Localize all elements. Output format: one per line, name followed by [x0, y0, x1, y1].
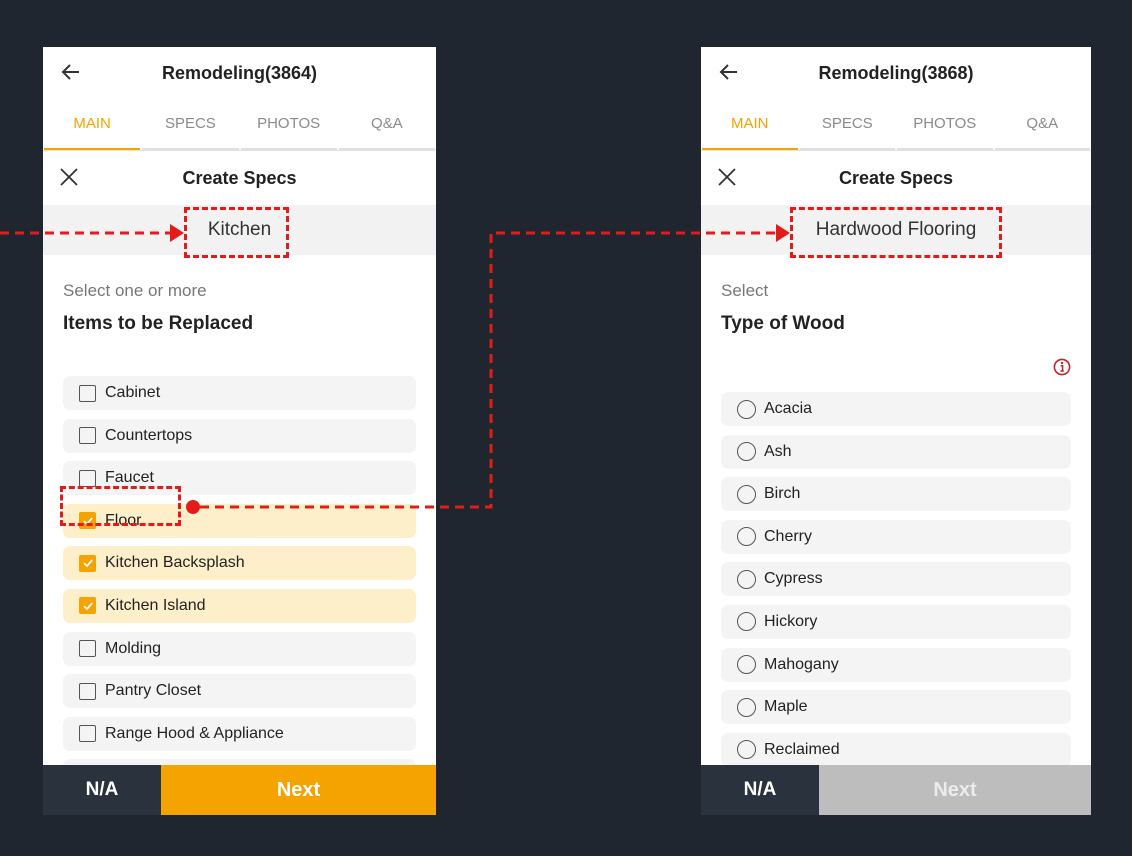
option-label: Countertops [105, 426, 193, 444]
option-row[interactable]: Ash [721, 434, 1071, 469]
radio-empty-icon[interactable] [737, 527, 756, 547]
sub-header: Create Specs [43, 151, 436, 205]
option-label: Maple [764, 698, 808, 716]
page-title: Remodeling(3868) [818, 62, 974, 83]
check-icon [82, 559, 93, 568]
close-icon[interactable] [717, 167, 737, 187]
close-icon[interactable] [59, 167, 79, 187]
arrow-left-icon[interactable] [717, 60, 741, 84]
screen-kitchen-specs: Remodeling(3864) MAIN SPECS PHOTOS Q&A Crea… [43, 47, 436, 815]
tab-q-a[interactable]: Q&A [994, 99, 1090, 150]
category-label: Kitchen [43, 205, 436, 255]
option-row[interactable]: Maple [721, 690, 1071, 725]
question-title: Type of Wood [721, 313, 845, 334]
next-button[interactable]: Next [819, 765, 1091, 815]
radio-empty-icon[interactable] [737, 655, 756, 675]
checkbox-empty-icon[interactable] [79, 427, 96, 445]
option-row[interactable]: Faucet [63, 461, 416, 496]
checkbox-empty-icon[interactable] [79, 469, 96, 487]
option-row[interactable]: Pantry Closet [63, 674, 416, 709]
option-label: Mahogany [764, 655, 839, 673]
info-icon[interactable] [1053, 358, 1071, 376]
option-row[interactable]: Hickory [721, 604, 1071, 639]
option-row[interactable]: Range Hood & Appliance [63, 716, 416, 751]
tab-photos[interactable]: PHOTOS [897, 99, 993, 150]
tab-main[interactable]: MAIN [702, 99, 798, 150]
checkbox-empty-icon[interactable] [79, 384, 96, 402]
radio-empty-icon[interactable] [737, 612, 756, 632]
option-label: Floor [105, 511, 142, 529]
option-label: Kitchen Island [105, 596, 206, 614]
sub-title: Create Specs [838, 167, 954, 188]
option-label: Faucet [105, 469, 154, 487]
na-button[interactable]: N/A [43, 765, 161, 815]
option-row[interactable]: Acacia [721, 392, 1071, 426]
arrow-left-icon[interactable] [59, 60, 83, 84]
sub-header: Create Specs [701, 151, 1091, 205]
radio-empty-icon[interactable] [737, 484, 756, 504]
tab-q-a[interactable]: Q&A [338, 99, 435, 150]
footer-bar: N/A Next [43, 765, 436, 815]
question-title: Items to be Replaced [63, 313, 254, 334]
option-row[interactable]: Floor [63, 503, 416, 538]
tab-bar: MAIN SPECS PHOTOS Q&A [43, 99, 436, 151]
option-label: Birch [764, 485, 801, 503]
tab-specs[interactable]: SPECS [142, 99, 239, 150]
option-row[interactable]: Reclaimed [721, 732, 1071, 767]
option-label: Acacia [764, 400, 813, 417]
select-hint: Select [721, 281, 769, 300]
option-label: Reclaimed [764, 740, 840, 758]
option-row[interactable]: Cherry [721, 519, 1071, 554]
checkbox-empty-icon[interactable] [79, 682, 96, 700]
option-row[interactable]: Molding [63, 631, 416, 666]
radio-empty-icon[interactable] [737, 697, 756, 717]
checkbox-empty-icon[interactable] [79, 640, 96, 658]
option-label: Ash [764, 442, 792, 460]
checkbox-checked-icon[interactable] [79, 597, 96, 615]
question-block: Select Type of Wood [701, 255, 1091, 376]
option-row[interactable]: Birch [721, 477, 1071, 512]
option-label: Range Hood & Appliance [105, 724, 284, 742]
option-label: Kitchen Backsplash [105, 554, 245, 572]
options-list: Acacia Ash Birch Cherry Cypress Hickory Mahoga… [701, 376, 1091, 767]
app-bar: Remodeling(3864) [43, 47, 436, 99]
tab-main[interactable]: MAIN [44, 99, 141, 150]
question-block: Select one or more Items to be Replaced [43, 255, 436, 376]
footer-bar: N/A Next [701, 765, 1091, 815]
option-row[interactable]: Mahogany [721, 647, 1071, 682]
sub-title: Create Specs [182, 167, 297, 188]
option-row[interactable]: Cypress [721, 562, 1071, 597]
app-bar: Remodeling(3868) [701, 47, 1091, 99]
option-label: Hickory [764, 612, 818, 630]
options-list: Cabinet Countertops Faucet Floor Kitchen Bac… [43, 376, 436, 794]
option-label: Cypress [764, 570, 823, 588]
page-title: Remodeling(3864) [161, 62, 318, 83]
option-label: Cherry [764, 527, 813, 545]
radio-empty-icon[interactable] [737, 740, 756, 760]
check-icon [82, 517, 93, 526]
tab-photos[interactable]: PHOTOS [240, 99, 337, 150]
radio-empty-icon[interactable] [737, 569, 756, 589]
option-row[interactable]: Countertops [63, 418, 416, 453]
select-hint: Select one or more [63, 281, 207, 300]
tab-specs[interactable]: SPECS [799, 99, 895, 150]
checkbox-checked-icon[interactable] [79, 512, 96, 530]
na-button[interactable]: N/A [701, 765, 819, 815]
radio-empty-icon[interactable] [737, 399, 756, 419]
option-row[interactable]: Kitchen Backsplash [63, 546, 416, 581]
category-label: Hardwood Flooring [701, 205, 1091, 255]
check-icon [82, 602, 93, 611]
option-label: Pantry Closet [105, 682, 202, 700]
radio-empty-icon[interactable] [737, 442, 756, 462]
tab-bar: MAIN SPECS PHOTOS Q&A [701, 99, 1091, 151]
option-row[interactable]: Kitchen Island [63, 588, 416, 623]
screen-flooring-specs: Remodeling(3868) MAIN SPECS PHOTOS Q&A Crea… [701, 47, 1091, 815]
checkbox-checked-icon[interactable] [79, 554, 96, 572]
option-label: Cabinet [105, 384, 161, 401]
option-label: Molding [105, 639, 162, 657]
option-row[interactable]: Cabinet [63, 376, 416, 410]
checkbox-empty-icon[interactable] [79, 725, 96, 743]
next-button[interactable]: Next [161, 765, 436, 815]
